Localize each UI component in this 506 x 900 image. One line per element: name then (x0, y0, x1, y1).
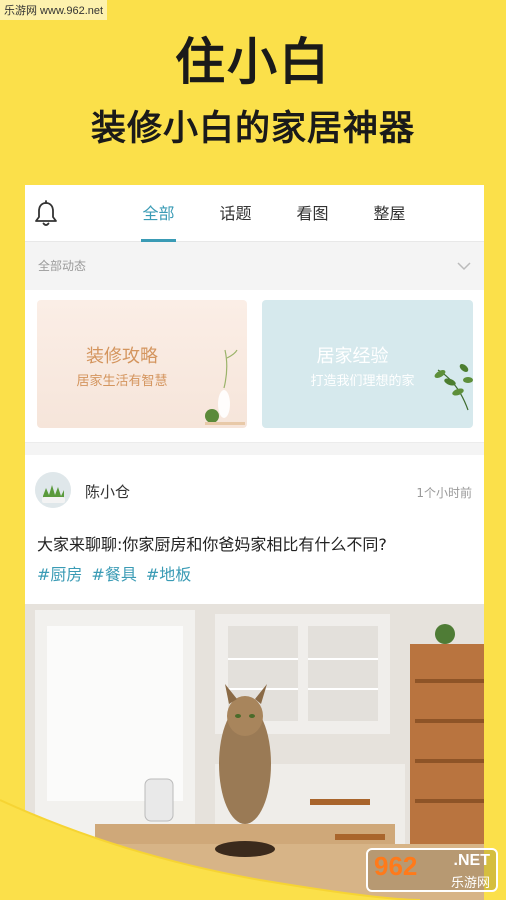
card-home-experience[interactable]: 居家经验 打造我们理想的家 (262, 300, 473, 428)
logo-cn: 乐游网 (450, 876, 490, 891)
chevron-down-icon[interactable] (456, 258, 472, 274)
tab-whole-house[interactable]: 整屋 (351, 185, 428, 242)
tab-topics[interactable]: 话题 (197, 185, 274, 242)
site-watermark: 乐游网 www.962.net (0, 0, 108, 20)
tab-all[interactable]: 全部 (120, 185, 197, 242)
app-title: 住小白 (175, 33, 331, 91)
tab-bar: 全部 话题 看图 整屋 (120, 185, 428, 242)
app-slogan: 装修小白的家居神器 (90, 109, 415, 149)
vase-plant-icon (205, 349, 245, 425)
tag-list: #厨房 #餐具 #地板 (37, 561, 191, 585)
tag-tableware[interactable]: #餐具 (91, 561, 136, 585)
divider (25, 443, 484, 455)
feed-filter[interactable]: 全部动态 (25, 242, 484, 290)
card-renovation-guide[interactable]: 装修攻略 居家生活有智慧 (37, 300, 247, 428)
tab-pictures[interactable]: 看图 (274, 185, 351, 242)
avatar[interactable] (35, 472, 71, 508)
site-logo: 962 .NET 乐游网 (366, 848, 498, 892)
feature-cards: 装修攻略 居家生活有智慧 居家经验 打造我们理想的家 (25, 290, 484, 443)
post-content[interactable]: 大家来聊聊:你家厨房和你爸妈家相比有什么不同? (37, 531, 387, 555)
tag-floor[interactable]: #地板 (146, 561, 191, 585)
author-name[interactable]: 陈小仓 (85, 481, 130, 502)
plant-leaves-icon (434, 364, 473, 411)
succulent-icon (35, 472, 71, 508)
feed-filter-label: 全部动态 (38, 259, 87, 273)
card-title: 装修攻略 (86, 346, 158, 367)
post-time: 1个小时前 (416, 486, 472, 500)
bell-icon[interactable] (33, 200, 59, 228)
logo-suffix: .NET (453, 852, 490, 869)
top-nav: 全部 话题 看图 整屋 (25, 185, 484, 242)
tag-kitchen[interactable]: #厨房 (37, 561, 82, 585)
card-subtitle: 居家生活有智慧 (76, 374, 168, 389)
logo-number: 962 (374, 851, 418, 881)
post-card[interactable]: 陈小仓 1个小时前 大家来聊聊:你家厨房和你爸妈家相比有什么不同? #厨房 #餐… (25, 455, 484, 605)
